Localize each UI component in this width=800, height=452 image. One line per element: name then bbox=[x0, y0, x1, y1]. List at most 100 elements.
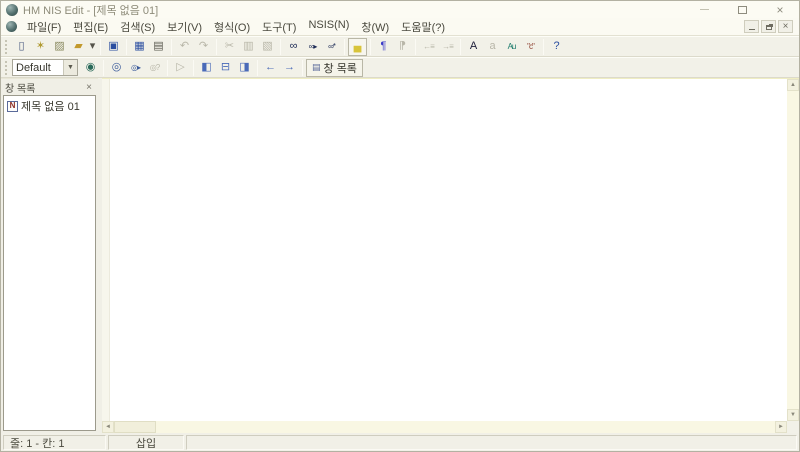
quote-string-icon[interactable]: "c" bbox=[521, 38, 540, 56]
open-file-icon[interactable]: ▰ bbox=[69, 38, 88, 56]
scroll-down-icon[interactable]: ▼ bbox=[787, 409, 799, 421]
document-icon bbox=[6, 21, 17, 32]
chevron-down-icon[interactable]: ▼ bbox=[63, 60, 77, 75]
compile-test-icon[interactable]: ◎? bbox=[145, 59, 164, 77]
syntax-highlight-icon[interactable]: ▄ bbox=[348, 38, 367, 56]
scrollbar-thumb[interactable] bbox=[114, 421, 156, 433]
autocomplete-icon[interactable]: Au bbox=[502, 38, 521, 56]
mdi-close-button[interactable]: × bbox=[778, 20, 793, 33]
toolbar-separator bbox=[100, 39, 101, 55]
panel-header: 창 목록 × bbox=[1, 79, 98, 95]
app-window: HM NIS Edit - [제목 없음 01] × 파일(F)편집(E)검색(… bbox=[0, 0, 800, 452]
minimize-button[interactable] bbox=[685, 1, 723, 18]
new-file-icon[interactable]: ▯ bbox=[12, 38, 31, 56]
copy-icon[interactable]: ▥ bbox=[239, 38, 258, 56]
new-from-template-icon[interactable]: ▨ bbox=[50, 38, 69, 56]
window-list-button[interactable]: ▤ 창 목록 bbox=[306, 59, 363, 77]
toolbar-separator bbox=[193, 60, 194, 76]
mdi-minimize-button[interactable] bbox=[744, 20, 759, 33]
scrollbar-corner bbox=[787, 421, 799, 433]
nsis-toolbar: Default ▼ ◉ ◎◎▸◎? ▷ ◧⊟◨ ←→ ▤ 창 목록 bbox=[1, 57, 799, 78]
toolbar-separator bbox=[216, 39, 217, 55]
toolbar-separator bbox=[460, 39, 461, 55]
status-bar: 줄: 1 - 칸: 1 삽입 bbox=[1, 433, 799, 451]
toolbar-separator bbox=[126, 39, 127, 55]
paste-icon[interactable]: ▧ bbox=[258, 38, 277, 56]
panel-title: 창 목록 bbox=[5, 80, 35, 95]
cut-icon[interactable]: ✂ bbox=[220, 38, 239, 56]
menu-nsis[interactable]: NSIS(N) bbox=[302, 17, 355, 37]
panel-close-icon[interactable]: × bbox=[84, 82, 94, 93]
nsis-script-icon: N bbox=[7, 101, 18, 112]
font-icon[interactable]: A bbox=[464, 38, 483, 56]
insert-mode-indicator: 삽입 bbox=[108, 435, 184, 450]
toolbar-separator bbox=[543, 39, 544, 55]
find-next-icon[interactable]: ∞▸ bbox=[303, 38, 322, 56]
outdent-icon[interactable]: ←≡ bbox=[419, 38, 438, 56]
find-icon[interactable]: ∞ bbox=[284, 38, 303, 56]
html-help-icon[interactable]: ◉ bbox=[81, 59, 100, 77]
toolbar-separator bbox=[257, 60, 258, 76]
status-message bbox=[186, 435, 797, 450]
menu-edit[interactable]: 편집(E) bbox=[67, 17, 114, 37]
toolbar-separator bbox=[167, 60, 168, 76]
main-toolbar: ▯✶▨▰▾ ▣ ▦▤ ↶↷ ✂▥▧ ∞∞▸∞* ▄ ¶⁋ ←≡→≡ AaAu"c"? bbox=[1, 36, 799, 57]
lowercase-icon[interactable]: a bbox=[483, 38, 502, 56]
toolbar-grip[interactable] bbox=[5, 40, 8, 54]
open-dropdown-arrow[interactable]: ▾ bbox=[88, 38, 97, 56]
caret-position: 줄: 1 - 칸: 1 bbox=[3, 435, 106, 450]
window-title: HM NIS Edit - [제목 없음 01] bbox=[23, 2, 158, 18]
menu-tools[interactable]: 도구(T) bbox=[256, 17, 302, 37]
toolbar-separator bbox=[344, 39, 345, 55]
context-help-icon[interactable]: ? bbox=[547, 38, 566, 56]
find-replace-icon[interactable]: ∞* bbox=[322, 38, 341, 56]
menu-format[interactable]: 형식(O) bbox=[208, 17, 256, 37]
vertical-scrollbar[interactable]: ▲ ▼ bbox=[787, 79, 799, 421]
toolbar-separator bbox=[103, 60, 104, 76]
scroll-right-icon[interactable]: ► bbox=[775, 421, 787, 433]
scroll-up-icon[interactable]: ▲ bbox=[787, 79, 799, 91]
menu-view[interactable]: 보기(V) bbox=[161, 17, 208, 37]
print-icon[interactable]: ▤ bbox=[149, 38, 168, 56]
save-all-icon[interactable]: ▦ bbox=[130, 38, 149, 56]
compile-run-icon[interactable]: ◎▸ bbox=[126, 59, 145, 77]
toolbar-grip[interactable] bbox=[5, 61, 8, 75]
compile-script-icon[interactable]: ◎ bbox=[107, 59, 126, 77]
main-area: 창 목록 × N 제목 없음 01 ▲ ▼ bbox=[1, 78, 799, 433]
mdi-restore-button[interactable] bbox=[761, 20, 776, 33]
menu-window[interactable]: 창(W) bbox=[355, 17, 395, 37]
undo-icon[interactable]: ↶ bbox=[175, 38, 194, 56]
horizontal-scrollbar[interactable]: ◄ ► bbox=[102, 421, 787, 433]
show-paragraph-marks-icon[interactable]: ¶ bbox=[374, 38, 393, 56]
window-list: N 제목 없음 01 bbox=[3, 95, 96, 431]
redo-icon[interactable]: ↷ bbox=[194, 38, 213, 56]
toggle-right-panel-icon[interactable]: ◨ bbox=[235, 59, 254, 77]
compiler-preset-combobox[interactable]: Default ▼ bbox=[12, 59, 78, 76]
nav-forward-icon[interactable]: → bbox=[280, 59, 299, 77]
toggle-bottom-panel-icon[interactable]: ⊟ bbox=[216, 59, 235, 77]
run-installer-icon[interactable]: ▷ bbox=[171, 59, 190, 77]
nav-back-icon[interactable]: ← bbox=[261, 59, 280, 77]
menu-file[interactable]: 파일(F) bbox=[21, 17, 67, 37]
window-list-label: 창 목록 bbox=[324, 60, 357, 76]
menu-search[interactable]: 검색(S) bbox=[114, 17, 161, 37]
title-bar: HM NIS Edit - [제목 없음 01] × bbox=[1, 1, 799, 18]
toolbar-separator bbox=[171, 39, 172, 55]
toggle-left-panel-icon[interactable]: ◧ bbox=[197, 59, 216, 77]
maximize-button[interactable] bbox=[723, 1, 761, 18]
editor-gutter bbox=[102, 79, 110, 421]
menu-bar: 파일(F)편집(E)검색(S)보기(V)형식(O)도구(T)NSIS(N)창(W… bbox=[1, 18, 799, 36]
save-icon[interactable]: ▣ bbox=[104, 38, 123, 56]
text-editor[interactable] bbox=[110, 79, 787, 421]
new-script-wizard-icon[interactable]: ✶ bbox=[31, 38, 50, 56]
scroll-left-icon[interactable]: ◄ bbox=[102, 421, 114, 433]
compiler-preset-value: Default bbox=[13, 62, 63, 74]
formatting-options-icon[interactable]: ⁋ bbox=[393, 38, 412, 56]
document-item[interactable]: N 제목 없음 01 bbox=[4, 96, 95, 116]
toolbar-separator bbox=[280, 39, 281, 55]
menu-help[interactable]: 도움말(?) bbox=[395, 17, 451, 37]
close-button[interactable]: × bbox=[761, 1, 799, 18]
toolbar-separator bbox=[302, 60, 303, 76]
indent-icon[interactable]: →≡ bbox=[438, 38, 457, 56]
window-list-icon: ▤ bbox=[312, 62, 321, 73]
